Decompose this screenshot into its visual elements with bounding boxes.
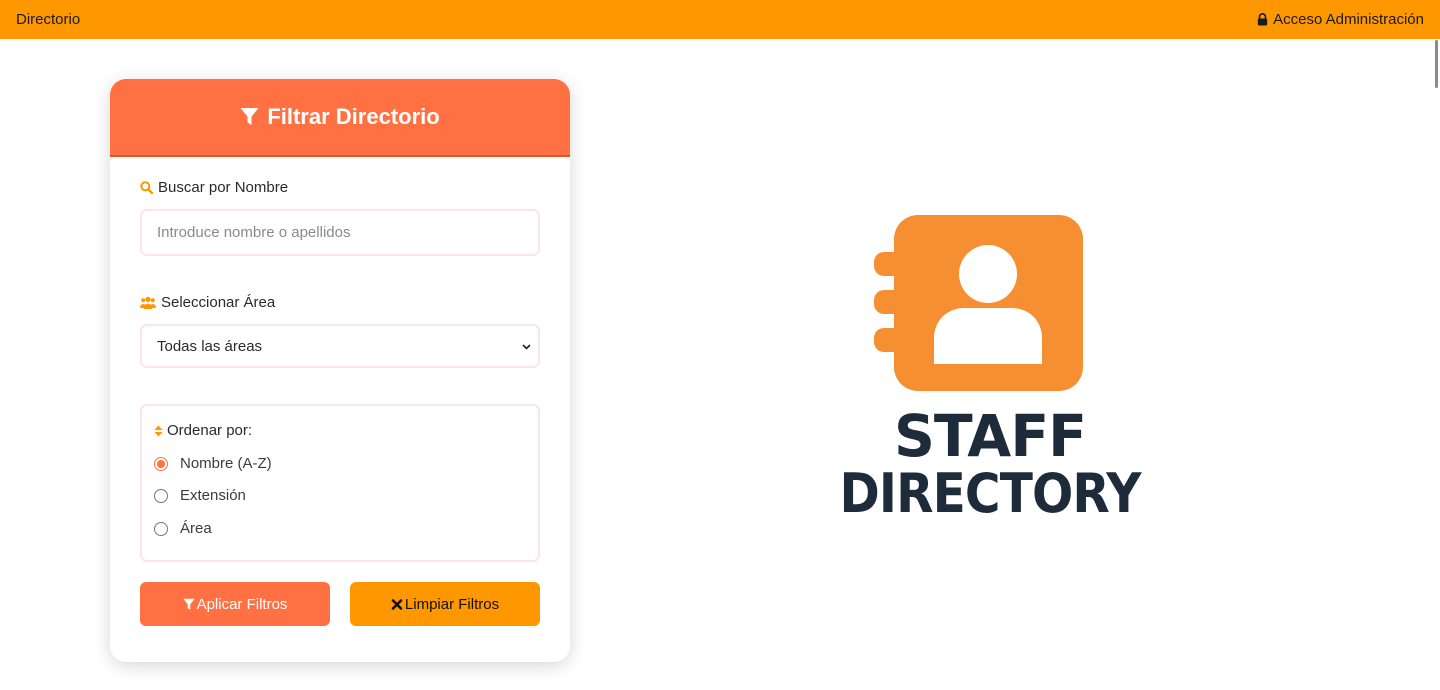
filter-card-title: Filtrar Directorio	[267, 104, 440, 129]
brand-link[interactable]: Directorio	[16, 11, 80, 28]
filter-icon	[240, 108, 259, 125]
clear-filters-label: Limpiar Filtros	[404, 595, 500, 613]
search-label: Buscar por Nombre	[140, 179, 288, 196]
clear-filters-button[interactable]: Limpiar Filtros	[350, 582, 540, 626]
address-book-icon	[874, 215, 1083, 391]
chevron-down-icon	[522, 343, 531, 350]
filter-icon	[182, 598, 195, 610]
sort-label-text: Ordenar por:	[167, 422, 253, 439]
area-label-text: Seleccionar Área	[161, 294, 276, 311]
lock-icon	[1257, 13, 1268, 26]
sort-options-box: Ordenar por: Nombre (A-Z) Extensión Área	[140, 404, 540, 562]
users-icon	[140, 296, 156, 309]
sort-option-extension[interactable]: Extensión	[154, 487, 246, 504]
filter-card: Filtrar Directorio Buscar por Nombre Sel…	[110, 79, 570, 662]
sort-radio-extension[interactable]	[154, 488, 168, 503]
search-input[interactable]	[140, 209, 540, 256]
area-select[interactable]: Todas las áreas	[140, 324, 540, 368]
sort-radio-area[interactable]	[154, 521, 168, 536]
apply-filters-label: Aplicar Filtros	[196, 595, 288, 613]
sort-option-label: Extensión	[180, 487, 246, 504]
area-select-value: Todas las áreas	[157, 337, 263, 355]
close-icon	[391, 598, 403, 610]
sort-option-area[interactable]: Área	[154, 520, 212, 537]
search-icon	[140, 181, 153, 194]
search-label-text: Buscar por Nombre	[158, 179, 289, 196]
top-navbar: Directorio Acceso Administración	[0, 0, 1440, 39]
filter-card-header: Filtrar Directorio	[110, 79, 570, 157]
area-label: Seleccionar Área	[140, 294, 275, 311]
sort-radio-nombre[interactable]	[154, 456, 168, 471]
sort-option-label: Área	[180, 520, 212, 537]
logo-line-directory: DIRECTORY	[839, 462, 1141, 525]
sort-icon	[154, 425, 163, 436]
admin-access-label: Acceso Administración	[1273, 11, 1424, 28]
admin-access-link[interactable]: Acceso Administración	[1257, 11, 1424, 28]
staff-directory-logo: STAFF DIRECTORY	[820, 210, 1160, 530]
page-scrollbar[interactable]	[1435, 40, 1438, 88]
sort-label: Ordenar por:	[154, 422, 252, 439]
sort-option-nombre[interactable]: Nombre (A-Z)	[154, 455, 272, 472]
apply-filters-button[interactable]: Aplicar Filtros	[140, 582, 330, 626]
logo-line-staff: STAFF	[893, 402, 1087, 470]
sort-option-label: Nombre (A-Z)	[180, 455, 272, 472]
